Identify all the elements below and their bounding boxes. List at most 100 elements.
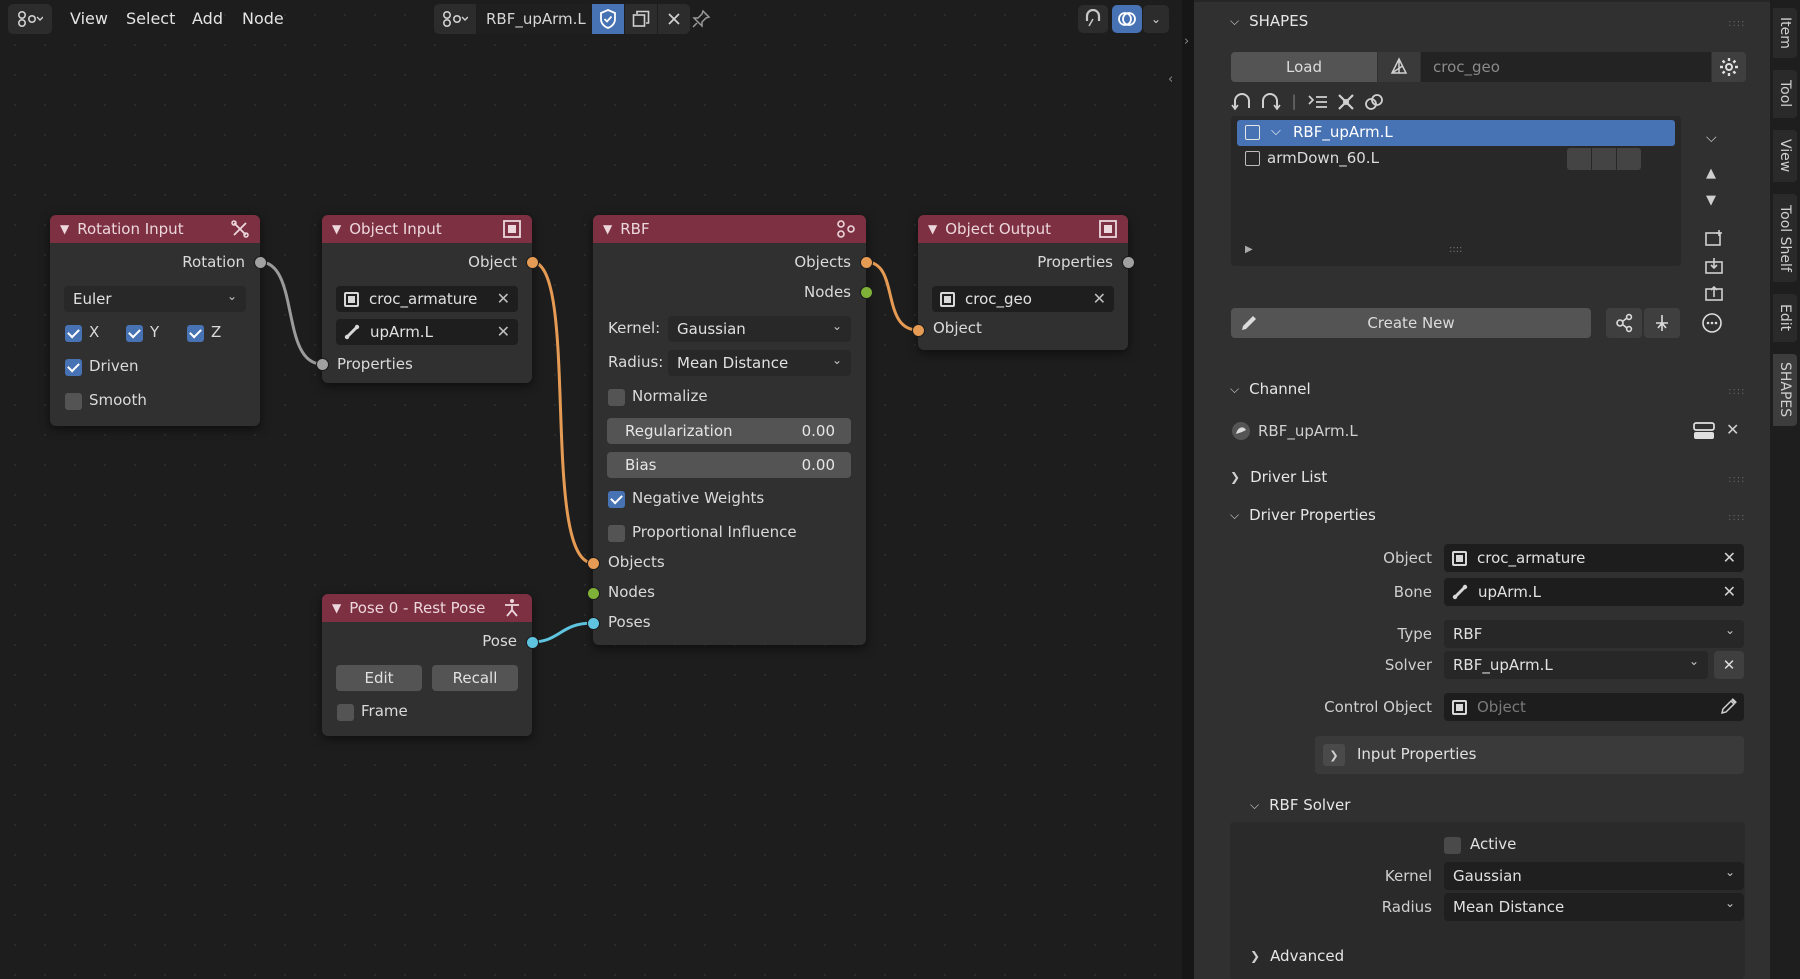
close-icon[interactable]: ✕: [1726, 420, 1739, 439]
object-field[interactable]: croc_geo ✕: [932, 286, 1114, 312]
export-icon[interactable]: [1704, 284, 1724, 302]
tab-edit[interactable]: Edit: [1773, 294, 1797, 342]
solver-radius-dropdown[interactable]: Mean Distance ⌄: [1444, 893, 1744, 921]
socket-object-in[interactable]: [912, 324, 925, 337]
node-rotation-input[interactable]: ▼ Rotation Input Rotation Euler ⌄ X Y Z …: [50, 215, 260, 426]
panel-grip[interactable]: ::::: [1728, 474, 1745, 485]
share-button[interactable]: [1606, 308, 1642, 338]
checkbox-x[interactable]: [65, 325, 82, 342]
chevron-down-icon[interactable]: ▼: [332, 601, 341, 615]
socket-pose-out[interactable]: [526, 636, 539, 649]
socket-poses-in[interactable]: [587, 617, 600, 630]
link-icon[interactable]: [1363, 92, 1385, 112]
list-tool-icon[interactable]: [1307, 92, 1329, 112]
checkbox-driven[interactable]: [65, 359, 82, 376]
clear-icon[interactable]: ✕: [497, 322, 510, 341]
node-header[interactable]: ▼ Pose 0 - Rest Pose: [322, 594, 532, 622]
input-properties-subpanel[interactable]: ❯ Input Properties: [1315, 736, 1744, 774]
tab-shapes[interactable]: SHAPES: [1773, 354, 1797, 426]
create-new-button[interactable]: Create New: [1231, 308, 1591, 338]
toggle-icon[interactable]: [1692, 420, 1716, 442]
tab-tool[interactable]: Tool: [1773, 70, 1797, 118]
node-header[interactable]: ▼ Object Input: [322, 215, 532, 243]
play-icon[interactable]: ▶: [1245, 244, 1253, 255]
bone-cross-icon[interactable]: [1335, 92, 1357, 112]
import-icon[interactable]: [1704, 257, 1724, 275]
checkbox-negative-weights[interactable]: [608, 491, 625, 508]
mesh-icon-button[interactable]: [1378, 52, 1420, 82]
chevron-down-icon[interactable]: ⌵: [1271, 124, 1281, 139]
checkbox-icon[interactable]: [1245, 151, 1260, 166]
type-dropdown[interactable]: RBF ⌄: [1444, 620, 1744, 648]
chevron-down-icon[interactable]: ▼: [60, 222, 69, 236]
driver-object-field[interactable]: croc_armature ✕: [1444, 544, 1744, 572]
eyedropper-icon[interactable]: [1720, 697, 1738, 715]
node-rbf[interactable]: ▼ RBF Objects Nodes Kernel: Gaussian ⌄ R…: [593, 215, 866, 645]
radius-dropdown[interactable]: Mean Distance ⌄: [668, 350, 851, 376]
clear-solver-button[interactable]: ✕: [1714, 651, 1744, 679]
node-header[interactable]: ▼ Object Output: [918, 215, 1128, 243]
tab-tool-shelf[interactable]: Tool Shelf: [1773, 194, 1797, 282]
checkbox-active[interactable]: [1444, 837, 1461, 854]
collapse-sidebar-icon[interactable]: ‹: [1168, 72, 1173, 87]
node-header[interactable]: ▼ Rotation Input: [50, 215, 260, 243]
checkbox-frame[interactable]: [337, 704, 354, 721]
clear-icon[interactable]: ✕: [1723, 582, 1736, 601]
target-object-field[interactable]: croc_geo: [1421, 52, 1711, 82]
bone-field[interactable]: upArm.L ✕: [336, 319, 518, 345]
driver-bone-field[interactable]: upArm.L ✕: [1444, 578, 1744, 606]
panel-grip[interactable]: ::::: [1728, 18, 1745, 29]
move-up-icon[interactable]: ▲: [1706, 166, 1716, 181]
rotation-mode-dropdown[interactable]: Euler ⌄: [64, 286, 246, 312]
more-options-button[interactable]: [1694, 308, 1730, 338]
socket-properties-out[interactable]: [1122, 256, 1135, 269]
solver-dropdown[interactable]: RBF_upArm.L ⌄: [1444, 651, 1708, 679]
socket-object-out[interactable]: [526, 256, 539, 269]
panel-grip[interactable]: ::::: [1728, 386, 1745, 397]
socket-objects-in[interactable]: [587, 557, 600, 570]
clear-icon[interactable]: ✕: [1723, 548, 1736, 567]
socket-rotation-out[interactable]: [254, 256, 267, 269]
list-item-slot-1[interactable]: [1567, 148, 1591, 170]
node-object-output[interactable]: ▼ Object Output Properties croc_geo ✕ Ob…: [918, 215, 1128, 350]
bias-slider[interactable]: Bias 0.00: [607, 452, 851, 478]
rbf-solver-header[interactable]: ⌵ RBF Solver: [1250, 796, 1350, 814]
tab-view[interactable]: View: [1773, 130, 1797, 182]
checkbox-z[interactable]: [187, 325, 204, 342]
mirror-left-icon[interactable]: [1231, 92, 1253, 112]
clear-icon[interactable]: ✕: [1093, 289, 1106, 308]
add-folder-icon[interactable]: [1704, 229, 1724, 247]
node-editor[interactable]: View Select Add Node RBF_upArm.L ⌄ ▼ Rot…: [0, 0, 1182, 979]
socket-properties-in[interactable]: [316, 358, 329, 371]
chevron-down-icon[interactable]: ▼: [603, 222, 612, 236]
move-down-icon[interactable]: ▼: [1706, 193, 1716, 208]
chevron-right-icon[interactable]: ›: [1184, 34, 1189, 49]
area-divider[interactable]: ›: [1182, 0, 1194, 979]
list-item-armdown[interactable]: armDown_60.L: [1237, 146, 1675, 172]
solver-kernel-dropdown[interactable]: Gaussian ⌄: [1444, 862, 1744, 890]
shapes-panel-header[interactable]: ⌵ SHAPES: [1230, 12, 1308, 30]
bone-add-button[interactable]: [1644, 308, 1680, 338]
mirror-right-icon[interactable]: [1259, 92, 1281, 112]
driver-properties-header[interactable]: ⌵ Driver Properties: [1230, 506, 1376, 524]
socket-nodes-out[interactable]: [860, 286, 873, 299]
edit-pose-button[interactable]: Edit: [336, 665, 422, 691]
chevron-down-icon[interactable]: ⌵: [1706, 130, 1717, 146]
control-object-field[interactable]: Object: [1444, 693, 1744, 721]
checkbox-normalize[interactable]: [608, 389, 625, 406]
channel-panel-header[interactable]: ⌵ Channel: [1230, 380, 1311, 398]
list-item-slot-3[interactable]: [1617, 148, 1641, 170]
recall-pose-button[interactable]: Recall: [432, 665, 518, 691]
regularization-slider[interactable]: Regularization 0.00: [607, 418, 851, 444]
driver-list-header[interactable]: ❯ Driver List: [1230, 468, 1327, 486]
kernel-dropdown[interactable]: Gaussian ⌄: [668, 316, 851, 342]
socket-objects-out[interactable]: [860, 256, 873, 269]
shape-list[interactable]: ⌵ RBF_upArm.L armDown_60.L ▶ ::::: [1231, 116, 1681, 266]
node-header[interactable]: ▼ RBF: [593, 215, 866, 243]
checkbox-proportional-influence[interactable]: [608, 525, 625, 542]
chevron-down-icon[interactable]: ▼: [332, 222, 341, 236]
clear-icon[interactable]: ✕: [497, 289, 510, 308]
panel-grip[interactable]: ::::: [1728, 512, 1745, 523]
advanced-header[interactable]: ❯ Advanced: [1250, 947, 1344, 965]
load-button[interactable]: Load: [1231, 52, 1377, 82]
